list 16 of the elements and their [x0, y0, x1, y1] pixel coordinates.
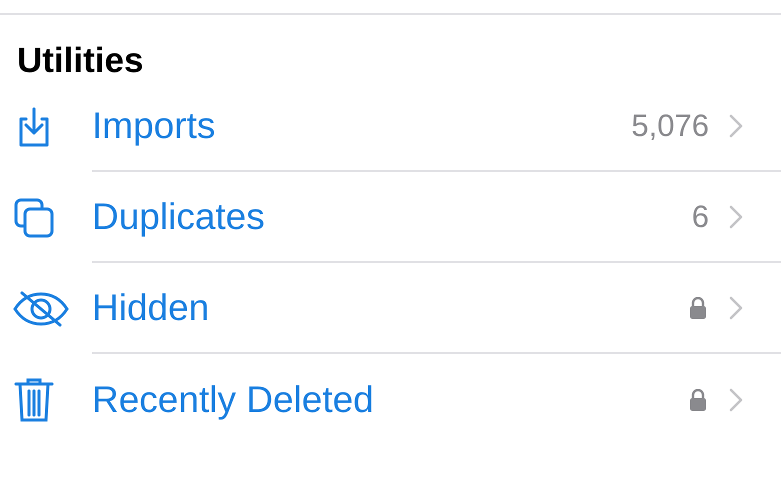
duplicate-squares-icon [12, 196, 56, 240]
list-item-label[interactable]: Hidden [92, 286, 689, 328]
list-item-label[interactable]: Imports [92, 104, 632, 146]
section-title: Utilities [16, 40, 144, 81]
chevron-icon [729, 204, 743, 228]
list-item-label[interactable]: Recently Deleted [92, 378, 689, 420]
chevron-icon [729, 114, 743, 138]
item-count: 6 [692, 198, 709, 234]
lock-icon [689, 296, 707, 318]
eye-slash-icon [12, 288, 70, 328]
list-item-label[interactable]: Duplicates [92, 196, 692, 238]
item-count: 5,076 [631, 108, 709, 144]
chevron-icon [729, 388, 743, 412]
lock-icon [689, 388, 707, 410]
trash-icon [12, 376, 56, 424]
chevron-icon [729, 296, 743, 320]
